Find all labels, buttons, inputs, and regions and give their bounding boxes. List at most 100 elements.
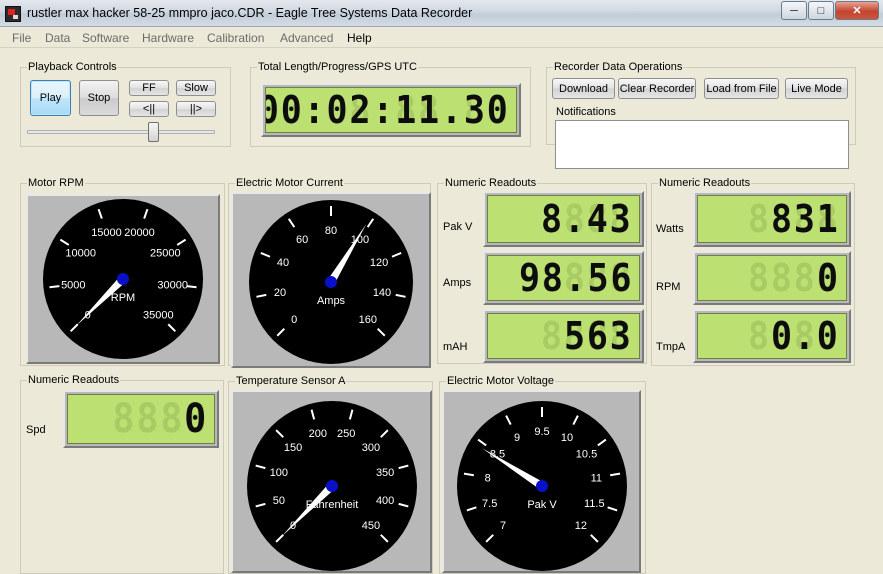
voltage-gauge-tick-label: 8	[485, 472, 491, 484]
rpm-gauge-tick	[49, 285, 60, 289]
voltage-gauge-tick-label: 10	[561, 432, 573, 444]
close-button[interactable]: ✕	[835, 1, 879, 20]
temp-gauge-tick-label: 400	[376, 495, 394, 507]
numeric-readouts-3-title: Numeric Readouts	[27, 374, 121, 386]
voltage-gauge-unit-label: Pak V	[527, 499, 557, 511]
clear-recorder-button[interactable]: Clear Recorder	[618, 78, 696, 99]
voltage-gauge-tick-label: 11	[591, 472, 602, 484]
minimize-button[interactable]: ─	[781, 1, 807, 20]
progress-group: Total Length/Progress/GPS UTC 88:88:88.8…	[250, 61, 531, 147]
readout-mah-display: 8888 563	[483, 309, 644, 363]
voltage-group: Electric Motor Voltage 7 7.5 8 8.5 9 9.5 10 10.…	[439, 375, 646, 574]
motor-rpm-title: Motor RPM	[27, 177, 85, 189]
rpm-gauge-tick-label: 25000	[150, 247, 181, 259]
current-gauge-tick-label: 140	[373, 287, 391, 299]
current-gauge-tick-label: 40	[277, 257, 289, 269]
readout-spd-value: 0	[183, 396, 208, 442]
title-bar: rustler max hacker 58-25 mmpro jaco.CDR …	[0, 0, 883, 27]
readout-rpm-label: RPM	[656, 281, 681, 293]
live-mode-button[interactable]: Live Mode	[785, 78, 848, 99]
numeric-readouts-1-title: Numeric Readouts	[444, 177, 538, 189]
recorder-ops-group: Recorder Data Operations Download Clear …	[546, 61, 856, 169]
temp-gauge-tick-label: 100	[270, 467, 288, 479]
readout-watts-label: Watts	[656, 223, 684, 235]
menu-software[interactable]: Software	[82, 31, 129, 45]
rpm-gauge-tick-label: 10000	[65, 247, 96, 259]
motor-current-group: Electric Motor Current 0 20 40 60 80 100 120 14…	[228, 177, 431, 368]
progress-time-value: 00:02:11.30	[265, 88, 510, 132]
notifications-title: Notifications	[556, 106, 616, 118]
readout-pakv-label: Pak V	[443, 221, 473, 233]
readout-mah-label: mAH	[443, 341, 468, 353]
motor-current-gauge: 0 20 40 60 80 100 120 140 160 Amps	[231, 192, 431, 368]
recorder-ops-title: Recorder Data Operations	[553, 61, 684, 73]
step-back-button[interactable]: <||	[129, 101, 169, 117]
readout-amps-display: 8888 98.56	[483, 251, 644, 305]
temp-gauge-tick-label: 150	[284, 442, 302, 454]
rpm-gauge-hub	[117, 273, 129, 285]
readout-spd-display: 8888 0	[63, 390, 219, 448]
stop-button[interactable]: Stop	[79, 80, 119, 116]
download-button[interactable]: Download	[552, 78, 615, 99]
app-icon[interactable]	[5, 6, 21, 22]
menu-data[interactable]: Data	[45, 31, 70, 45]
readout-amps-value: 98.56	[518, 256, 633, 300]
playback-slider-track[interactable]	[27, 130, 215, 134]
rpm-gauge-tick-label: 15000	[91, 227, 122, 239]
numeric-readouts-2-title: Numeric Readouts	[658, 177, 752, 189]
temp-gauge-tick-label: 450	[362, 520, 380, 532]
current-gauge-tick-label: 160	[359, 314, 377, 326]
current-gauge-tick-label: 20	[274, 287, 286, 299]
readout-tmpa-value: 0.0	[771, 314, 840, 358]
menu-advanced[interactable]: Advanced	[280, 31, 333, 45]
menu-calibration[interactable]: Calibration	[207, 31, 264, 45]
rpm-gauge-tick-label: 20000	[124, 227, 155, 239]
playback-slider-thumb[interactable]	[147, 122, 159, 142]
voltage-gauge-tick-label: 11.5	[584, 498, 605, 510]
voltage-gauge-tick-label: 9	[514, 432, 520, 444]
play-button[interactable]: Play	[30, 80, 71, 116]
temp-gauge-tick-label: 300	[362, 442, 380, 454]
rpm-gauge-unit-label: RPM	[111, 292, 135, 304]
rpm-gauge-tick-label: 5000	[61, 280, 85, 292]
rpm-gauge-tick	[186, 285, 197, 289]
current-gauge-tick-label: 80	[325, 225, 337, 237]
readout-amps-label: Amps	[443, 277, 472, 289]
temp-gauge-tick-label: 250	[337, 428, 355, 440]
step-forward-button[interactable]: ||>	[176, 101, 216, 117]
maximize-button[interactable]: □	[808, 1, 834, 20]
motor-current-title: Electric Motor Current	[235, 177, 344, 189]
playback-controls-title: Playback Controls	[27, 61, 118, 73]
notifications-box	[555, 120, 849, 169]
voltage-title: Electric Motor Voltage	[446, 375, 555, 387]
progress-title: Total Length/Progress/GPS UTC	[257, 61, 418, 73]
progress-time-display: 88:88:88.88 00:02:11.30	[261, 83, 521, 137]
readout-pakv-display: 8888 8.43	[483, 191, 644, 247]
rpm-gauge-tick-label: 35000	[143, 309, 174, 321]
menu-help[interactable]: Help	[347, 31, 372, 45]
menu-file[interactable]: File	[12, 31, 31, 45]
temp-gauge-tick-label: 50	[273, 495, 285, 507]
menu-hardware[interactable]: Hardware	[142, 31, 194, 45]
readout-mah-value: 563	[564, 314, 633, 358]
voltage-gauge-tick-label: 7.5	[482, 498, 497, 510]
voltage-gauge-tick-label: 10.5	[576, 449, 597, 461]
numeric-readouts-3-group: Numeric Readouts Spd 8888 0	[20, 374, 224, 574]
voltage-gauge: 7 7.5 8 8.5 9 9.5 10 10.5 11 11.5 12 Pak V	[442, 390, 641, 573]
readout-rpm-display: 8888 0	[693, 251, 851, 305]
current-gauge-tick-label: 0	[291, 314, 297, 326]
window-title: rustler max hacker 58-25 mmpro jaco.CDR …	[27, 6, 473, 20]
current-gauge-tick-label: 120	[370, 257, 388, 269]
temperature-title: Temperature Sensor A	[235, 375, 347, 387]
temp-gauge-tick-label: 200	[309, 428, 327, 440]
current-gauge-tick-label: 60	[296, 234, 308, 246]
current-gauge-hub	[325, 276, 337, 288]
temperature-gauge: 050100150200250300350400450Fahrenheit	[231, 390, 432, 573]
menu-bar: File Data Software Hardware Calibration …	[0, 28, 883, 48]
numeric-readouts-2-group: Numeric Readouts Watts 8888 831 RPM 8888…	[651, 177, 855, 366]
slow-button[interactable]: Slow	[176, 80, 216, 96]
temperature-group: Temperature Sensor A 0501001502002503003…	[228, 375, 433, 574]
numeric-readouts-1-group: Numeric Readouts Pak V 8888 8.43 Amps 88…	[437, 177, 647, 364]
load-from-file-button[interactable]: Load from File	[704, 78, 779, 99]
fast-forward-button[interactable]: FF	[129, 80, 169, 96]
